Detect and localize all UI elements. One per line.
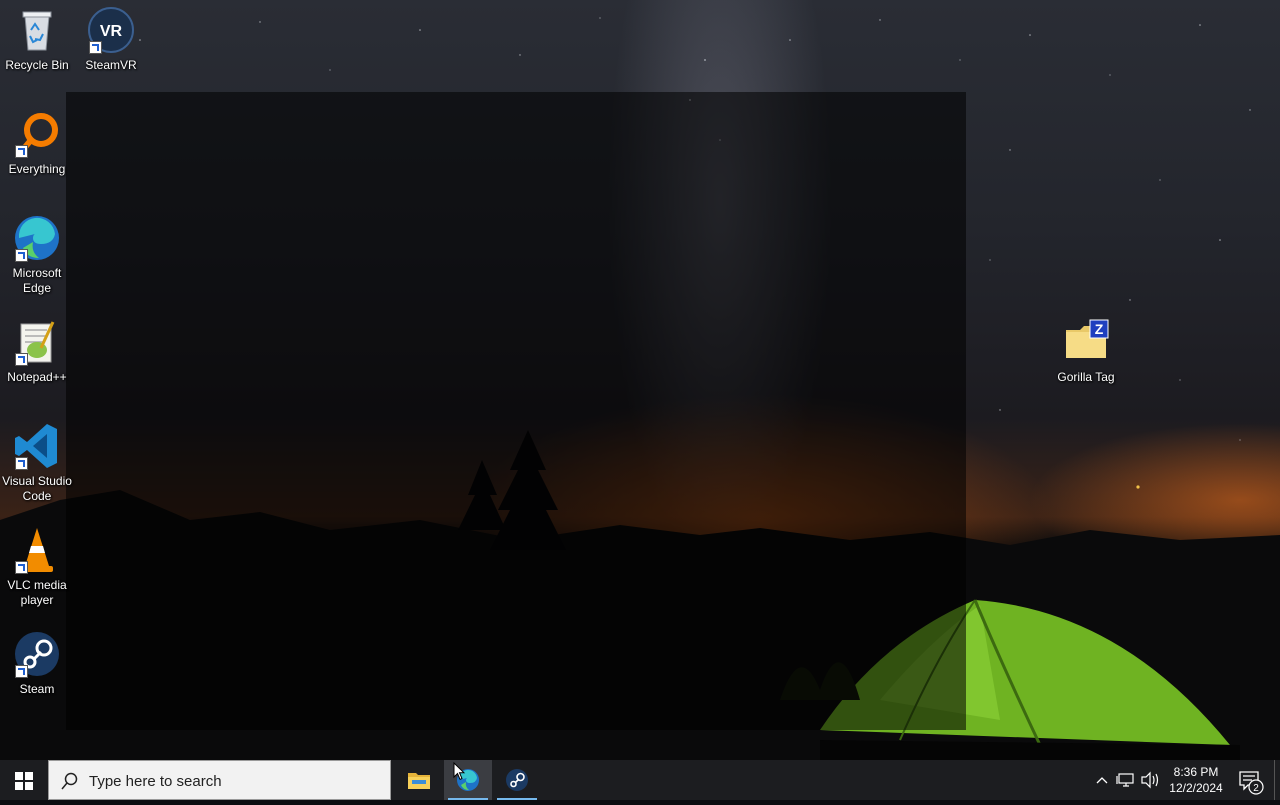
shortcut-arrow-icon	[15, 665, 28, 678]
mouse-cursor-icon	[453, 762, 465, 781]
desktop-icon-label: Visual Studio Code	[2, 474, 72, 503]
recycle-bin-icon	[22, 11, 52, 51]
desktop-icon-label: Recycle Bin	[5, 58, 69, 72]
desktop-icon-everything[interactable]: Everything	[0, 110, 74, 177]
taskbar-app-steam[interactable]	[493, 760, 541, 800]
windows-logo-icon	[15, 772, 33, 790]
folder-icon	[408, 773, 430, 789]
network-icon	[1116, 773, 1134, 787]
taskbar-app-file-explorer[interactable]	[395, 760, 443, 800]
steam-icon	[506, 769, 528, 791]
desktop-icon-steam[interactable]: Steam	[0, 630, 74, 697]
desktop-icon-microsoft-edge[interactable]: Microsoft Edge	[0, 214, 74, 296]
shortcut-arrow-icon	[15, 145, 28, 158]
tray-overflow-button[interactable]	[1092, 760, 1112, 800]
notification-icon: 2	[1239, 771, 1264, 795]
desktop-icon-vlc[interactable]: VLC media player	[0, 526, 74, 608]
desktop-icon-label: Notepad++	[7, 370, 67, 384]
start-button[interactable]	[0, 760, 48, 800]
taskbar-search-box[interactable]	[48, 760, 391, 800]
zip-badge: Z	[1095, 321, 1104, 337]
shortcut-arrow-icon	[15, 353, 28, 366]
desktop-icon-label: Everything	[8, 162, 66, 176]
taskbar: 8:36 PM 12/2/2024 2	[0, 760, 1280, 800]
desktop-icon-label: SteamVR	[85, 58, 137, 72]
taskbar-app-microsoft-edge[interactable]	[444, 760, 492, 800]
desktop-icon-label: Microsoft Edge	[12, 266, 62, 295]
shortcut-arrow-icon	[15, 457, 28, 470]
speaker-icon	[1141, 771, 1159, 789]
notification-count: 2	[1253, 783, 1259, 794]
tray-volume-button[interactable]	[1139, 760, 1161, 800]
clock-date: 12/2/2024	[1169, 781, 1223, 795]
desktop-icon-label: Gorilla Tag	[1057, 370, 1115, 384]
dimmed-overlay	[66, 92, 966, 730]
desktop-icon-label: Steam	[19, 682, 55, 696]
action-center-button[interactable]: 2	[1232, 760, 1268, 800]
zip-folder-icon: Z	[1066, 319, 1109, 358]
chevron-up-icon	[1096, 777, 1108, 784]
steamvr-badge: VR	[100, 23, 123, 40]
desktop-icon-steamvr[interactable]: VR SteamVR	[74, 6, 148, 73]
taskbar-clock[interactable]: 8:36 PM 12/2/2024	[1160, 760, 1232, 800]
desktop-icon-gorilla-tag[interactable]: Z Gorilla Tag	[1049, 318, 1123, 385]
clock-time: 8:36 PM	[1173, 765, 1219, 779]
desktop-icon-notepad-plus-plus[interactable]: Notepad++	[0, 318, 74, 385]
show-desktop-button[interactable]	[1274, 760, 1280, 800]
desktop-icon-label: VLC media player	[7, 578, 67, 607]
shortcut-arrow-icon	[15, 249, 28, 262]
search-icon	[61, 772, 78, 790]
tray-network-button[interactable]	[1115, 760, 1137, 800]
desktop-icon-vscode[interactable]: Visual Studio Code	[0, 422, 74, 504]
search-input[interactable]	[89, 770, 379, 792]
shortcut-arrow-icon	[15, 561, 28, 574]
desktop-icon-recycle-bin[interactable]: Recycle Bin	[0, 6, 74, 73]
shortcut-arrow-icon	[89, 41, 102, 54]
